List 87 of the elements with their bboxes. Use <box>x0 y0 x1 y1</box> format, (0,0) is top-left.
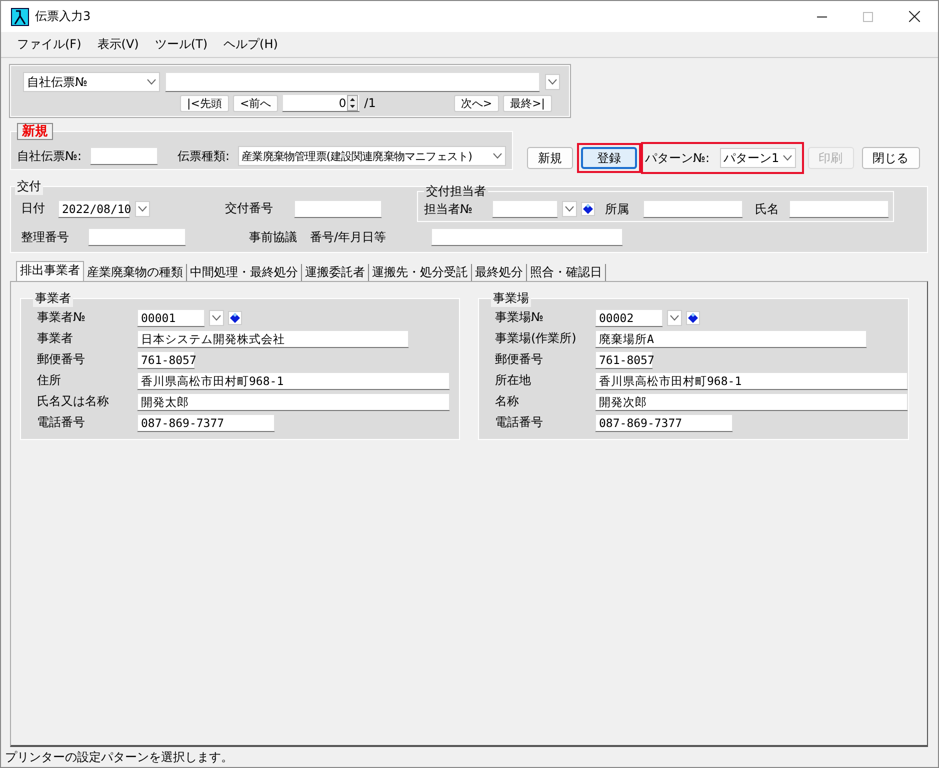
text-field[interactable]: 087-869-7377 <box>137 414 275 432</box>
text-field[interactable]: 開発次郎 <box>595 392 908 410</box>
menu-item[interactable]: ツール(T) <box>146 36 216 53</box>
toolbar-button[interactable]: 新規 <box>527 147 573 169</box>
field-label: 事業者№ <box>37 309 86 326</box>
field-label: 氏名又は名称 <box>37 393 110 410</box>
prev-button[interactable]: <前へ <box>232 94 278 112</box>
search-key-dropdown[interactable]: 自社伝票№ <box>23 72 160 92</box>
group-title: 交付担当者 <box>425 183 487 200</box>
dropdown-button[interactable] <box>545 74 560 90</box>
lookup-icon[interactable] <box>686 310 700 324</box>
pattern-label: パターン№: <box>645 150 710 166</box>
chevron-icon <box>138 206 147 212</box>
field-label: 番号/年月日等 <box>310 228 388 246</box>
field-label: 整理番号 <box>21 228 70 246</box>
date-field[interactable]: 2022/08/10 <box>58 200 130 218</box>
chevron-icon <box>212 314 221 320</box>
field-label: 所在地 <box>495 372 532 389</box>
status-text: プリンターの設定パターンを選択します。 <box>4 749 234 766</box>
text-field[interactable]: 香川県高松市田村町968-1 <box>137 372 450 390</box>
issue-number-field[interactable] <box>294 200 382 218</box>
tab[interactable]: 排出事業者 <box>16 261 84 281</box>
field-label: 電話番号 <box>495 414 544 431</box>
close-icon[interactable] <box>909 11 920 22</box>
field-label: 事業場№ <box>495 309 544 326</box>
text-field[interactable]: 廃棄場所A <box>595 330 867 348</box>
field-label: 電話番号 <box>37 414 86 431</box>
menu-item[interactable]: ファイル(F) <box>9 36 90 53</box>
field-label: 氏名 <box>755 200 780 218</box>
window-title: 伝票入力3 <box>35 8 91 25</box>
lookup-icon[interactable] <box>581 202 595 216</box>
text-field[interactable]: 香川県高松市田村町968-1 <box>595 372 908 390</box>
menu-item[interactable]: 表示(V) <box>89 36 147 53</box>
field-label: 事業者 <box>37 330 74 347</box>
department-field[interactable] <box>643 200 743 218</box>
field-label: 名称 <box>495 393 520 410</box>
last-button[interactable]: 最終>| <box>503 94 552 112</box>
field-label: 住所 <box>37 372 62 389</box>
chevron-icon <box>548 79 557 85</box>
text-field[interactable]: 087-869-7377 <box>595 414 733 432</box>
pattern-dropdown[interactable]: パターン1 <box>720 148 796 168</box>
prior-consultation-field[interactable] <box>431 228 623 246</box>
text-field[interactable]: 00001 <box>137 308 205 326</box>
group-title: 交付 <box>15 178 43 195</box>
staff-number-field[interactable] <box>492 200 558 218</box>
dropdown-button[interactable] <box>562 201 577 217</box>
chevron-icon <box>147 79 156 85</box>
page-total: /1 <box>364 96 376 110</box>
toolbar-button[interactable]: 閉じる <box>862 147 920 169</box>
name-field[interactable] <box>789 200 889 218</box>
field-label: 郵便番号 <box>37 351 86 368</box>
text-field[interactable]: 761-8057 <box>595 350 653 368</box>
page-field[interactable]: 0 <box>282 94 360 112</box>
chevron-icon <box>670 314 679 320</box>
dropdown-button[interactable] <box>209 310 224 326</box>
menu-item[interactable]: ヘルプ(H) <box>216 36 286 53</box>
app-icon <box>11 8 29 26</box>
search-field[interactable] <box>165 72 540 92</box>
dropdown-button[interactable] <box>667 310 682 326</box>
text-field[interactable]: 761-8057 <box>137 350 195 368</box>
field-label: 伝票種類: <box>178 148 230 164</box>
date-dropdown-button[interactable] <box>135 200 150 216</box>
field-label: 事前協議 <box>249 228 297 246</box>
field-label: 郵便番号 <box>495 351 544 368</box>
text-field[interactable]: 開発太郎 <box>137 392 450 410</box>
new-badge: 新規 <box>17 123 53 140</box>
field-label: 事業場(作業所) <box>495 330 578 347</box>
text-field[interactable]: 日本システム開発株式会社 <box>137 330 409 348</box>
next-button[interactable]: 次へ> <box>454 94 500 112</box>
field-label: 交付番号 <box>225 200 274 217</box>
spinner-icon[interactable] <box>347 95 358 111</box>
group-title: 事業場 <box>491 290 531 307</box>
group-title: 事業者 <box>33 290 73 307</box>
chevron-icon <box>782 155 792 161</box>
field-label: 日付 <box>21 200 46 217</box>
chevron-icon <box>565 206 574 212</box>
chevron-icon <box>492 153 502 159</box>
text-field[interactable]: 00002 <box>595 308 663 326</box>
lookup-icon[interactable] <box>228 310 242 324</box>
field-label: 所属 <box>605 200 630 218</box>
field-label: 担当者№ <box>424 200 474 218</box>
first-button[interactable]: |<先頭 <box>180 94 229 112</box>
reference-number-field[interactable] <box>88 228 186 246</box>
field-label: 自社伝票№: <box>17 148 82 164</box>
slip-type-dropdown[interactable]: 産業廃棄物管理票(建設関連廃棄物マニフェスト) <box>238 146 506 166</box>
slip-number-field[interactable] <box>90 147 158 165</box>
toolbar-button[interactable]: 登録 <box>581 147 637 169</box>
